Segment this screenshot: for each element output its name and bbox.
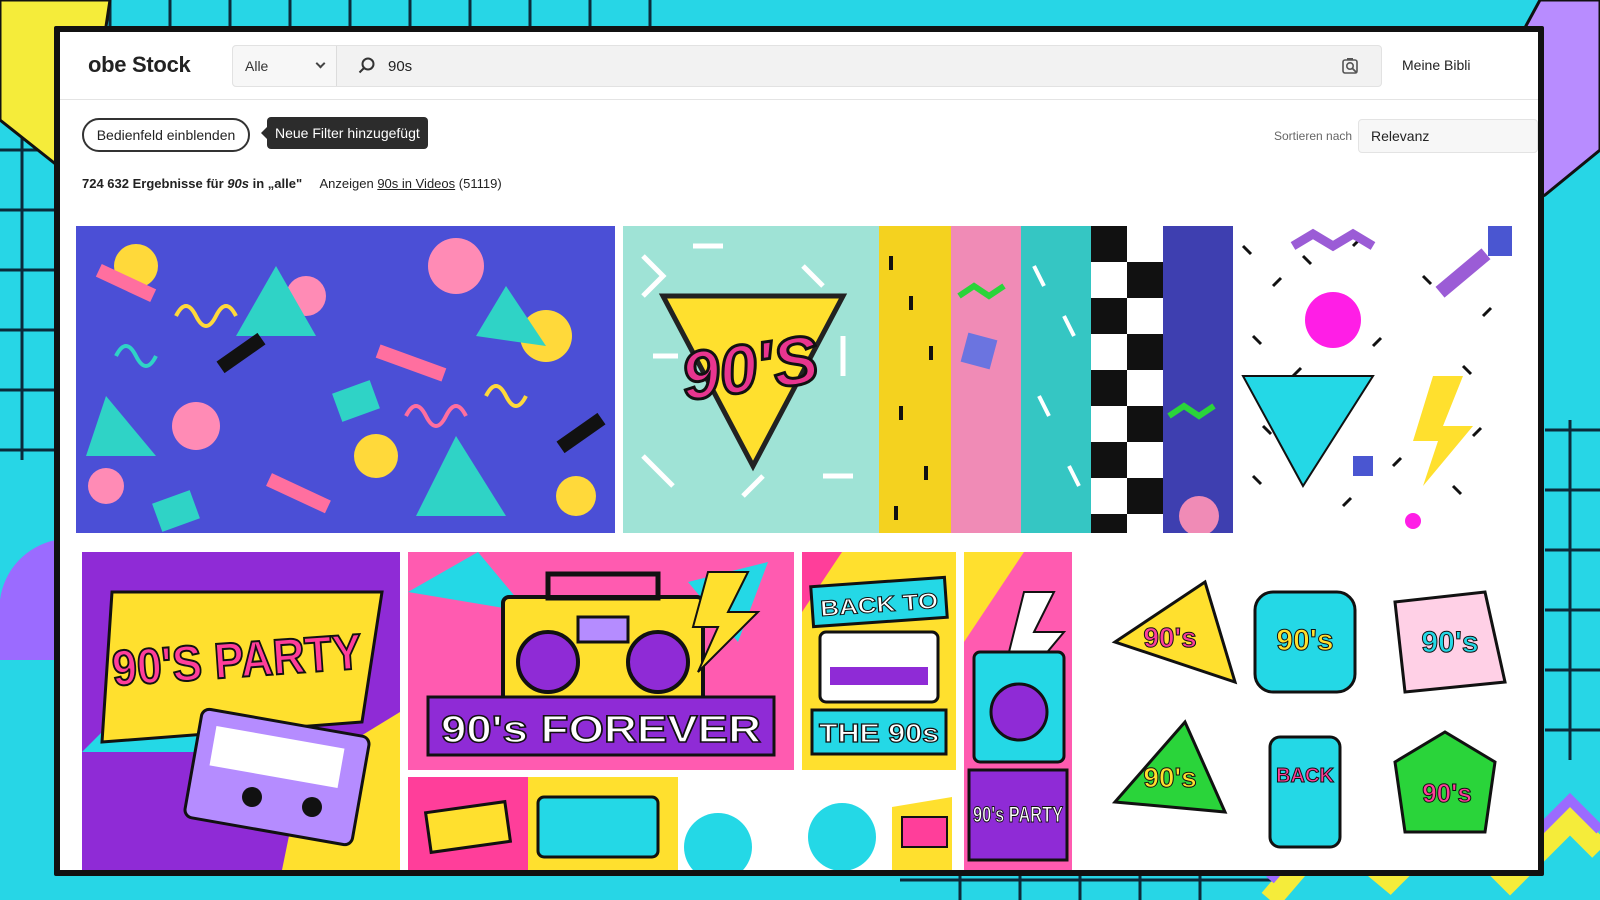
results-query: 90s bbox=[227, 176, 249, 191]
search-bar: Alle bbox=[232, 45, 1382, 87]
thumbnail-90s-sticker-set[interactable]: 90's 90's 90's 90's BACK 90's bbox=[1085, 552, 1512, 870]
90s-forever-image: 90's FOREVER bbox=[408, 552, 794, 770]
90s-party-tall-image: 90's PARTY bbox=[964, 552, 1072, 870]
category-dropdown-value: Alle bbox=[245, 58, 269, 74]
sticker-3-text: 90's bbox=[1421, 626, 1478, 659]
sticker-1-text: 90's bbox=[1143, 622, 1196, 653]
the-90s-text: THE 90s bbox=[819, 718, 939, 748]
filters-added-tooltip: Neue Filter hinzugefügt bbox=[261, 117, 428, 149]
thumbnail-memphis-pattern-blue[interactable] bbox=[76, 226, 615, 533]
search-icon bbox=[358, 57, 375, 74]
logo[interactable]: obe Stock bbox=[88, 52, 191, 78]
pattern-strips-image bbox=[879, 226, 1233, 533]
90s-party-image: 90'S PARTY bbox=[82, 552, 400, 870]
thumbnail-memphis-pattern-black-white[interactable] bbox=[1233, 226, 1512, 533]
results-summary: 724 632 Ergebnisse für 90s in „alle" Anz… bbox=[82, 176, 502, 191]
chevron-down-icon bbox=[315, 58, 326, 69]
thumbnail-pattern-strips[interactable] bbox=[879, 226, 1233, 533]
memphis-pattern-image bbox=[76, 226, 615, 533]
thumbnail-back-to-the-90s[interactable]: BACK TO THE 90s bbox=[802, 552, 956, 770]
90s-party-small-image bbox=[802, 777, 956, 870]
sticker-set-image: 90's 90's 90's 90's BACK 90's bbox=[1085, 552, 1512, 870]
memphis-bw-image bbox=[1233, 226, 1512, 533]
sticker-2-text: 90's bbox=[1276, 624, 1333, 657]
sort-label: Sortieren nach bbox=[1274, 129, 1353, 143]
my-libraries-link[interactable]: Meine Bibli bbox=[1402, 57, 1470, 73]
thumbnail-90s-triangle-badge[interactable]: 90'S bbox=[623, 226, 879, 533]
search-input[interactable] bbox=[388, 55, 1288, 77]
videos-count: (51119) bbox=[458, 176, 502, 191]
results-scope: in „alle" bbox=[252, 176, 303, 191]
thumbnail-90s-party-poster[interactable]: 90'S PARTY bbox=[82, 552, 400, 870]
thumbnail-90s-party-small[interactable] bbox=[802, 777, 956, 870]
sticker-4-text: 90's bbox=[1143, 762, 1196, 793]
videos-prefix: Anzeigen bbox=[319, 176, 374, 191]
show-panel-button[interactable]: Bedienfeld einblenden bbox=[82, 118, 250, 152]
sort-dropdown[interactable]: Relevanz bbox=[1358, 119, 1538, 153]
top-bar: obe Stock Alle Meine Bibli bbox=[60, 32, 1538, 100]
party-tall-text: 90's PARTY bbox=[973, 802, 1063, 827]
forever-banner-text: 90's FOREVER bbox=[441, 709, 761, 751]
results-count: 724 632 bbox=[82, 176, 129, 191]
results-text: Ergebnisse für bbox=[132, 176, 224, 191]
thumbnail-90s-forever-boombox[interactable]: 90's FOREVER bbox=[408, 552, 794, 770]
adobe-stock-window: obe Stock Alle Meine Bibli Bedienfeld ei… bbox=[60, 32, 1538, 870]
category-dropdown[interactable]: Alle bbox=[233, 46, 337, 86]
videos-link[interactable]: 90s in Videos bbox=[377, 176, 455, 191]
visual-search-icon[interactable] bbox=[1341, 56, 1361, 76]
90s-badge-image: 90'S bbox=[623, 226, 879, 533]
90s-badges-image bbox=[408, 777, 794, 870]
back-to-90s-image: BACK TO THE 90s bbox=[802, 552, 956, 770]
thumbnail-90s-party-tall[interactable]: 90's PARTY bbox=[964, 552, 1072, 870]
thumbnail-90s-badges-row[interactable] bbox=[408, 777, 794, 870]
sticker-5-text: BACK bbox=[1276, 765, 1334, 787]
sticker-6-text: 90's bbox=[1422, 778, 1472, 808]
